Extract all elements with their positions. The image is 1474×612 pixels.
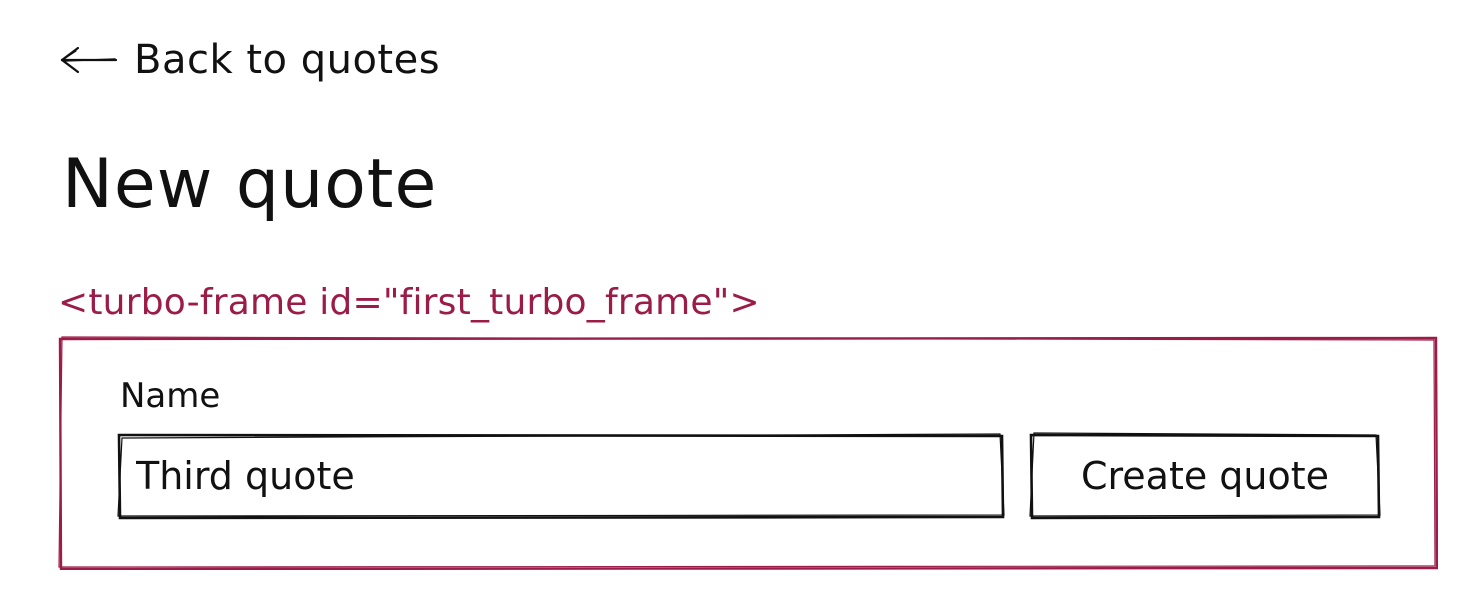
- name-field[interactable]: [124, 440, 996, 512]
- create-quote-button[interactable]: Create quote: [1028, 432, 1382, 520]
- create-quote-button-wrapper: Create quote: [1028, 432, 1382, 520]
- back-to-quotes-link[interactable]: Back to quotes: [58, 34, 440, 86]
- name-field-wrapper: [116, 432, 1006, 520]
- name-field-label: Name: [120, 376, 221, 416]
- turbo-frame-tag-label: <turbo-frame id="first_turbo_frame">: [58, 282, 760, 323]
- left-arrow-icon: [60, 46, 118, 74]
- back-link-label: Back to quotes: [134, 37, 441, 83]
- page-title: New quote: [62, 145, 438, 224]
